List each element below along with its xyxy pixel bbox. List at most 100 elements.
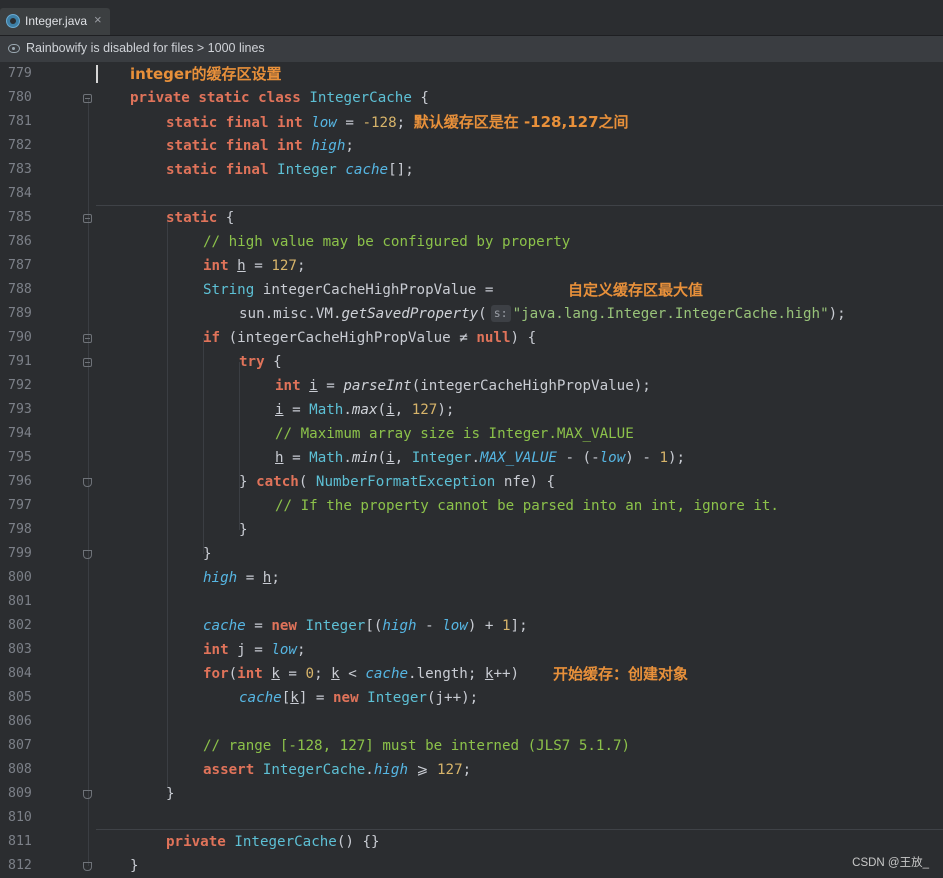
line-number: 780	[8, 90, 32, 105]
code-text: static final int high;	[166, 138, 354, 154]
code-line: 800 high = h;	[0, 566, 943, 590]
line-number: 812	[8, 858, 32, 873]
line-number: 809	[8, 786, 32, 801]
code-editor[interactable]: 779 integer的缓存区设置 780 private static cla…	[0, 62, 943, 878]
line-number: 785	[8, 210, 32, 225]
code-text: }	[203, 546, 212, 562]
line-number: 786	[8, 234, 32, 249]
java-class-icon	[6, 14, 20, 28]
line-number: 801	[8, 594, 32, 609]
line-number: 805	[8, 690, 32, 705]
code-line: 782 static final int high;	[0, 134, 943, 158]
code-text: if (integerCacheHighPropValue ≠ null) {	[203, 330, 537, 346]
code-text: } catch( NumberFormatException nfe) {	[239, 474, 556, 490]
code-line: 781 static final int low = -128; 默认缓存区是在…	[0, 110, 943, 134]
editor-tab-bar: Integer.java ×	[0, 0, 943, 36]
line-number: 799	[8, 546, 32, 561]
code-comment: // high value may be configured by prope…	[203, 234, 571, 250]
code-line: 812 }	[0, 854, 943, 878]
code-text: static final Integer cache[];	[166, 162, 414, 178]
code-text: int i = parseInt(integerCacheHighPropVal…	[275, 378, 651, 394]
code-line: 805 cache[k] = new Integer(j++);	[0, 686, 943, 710]
code-line: 797 // If the property cannot be parsed …	[0, 494, 943, 518]
fold-end-icon[interactable]	[83, 862, 92, 871]
code-line: 790 if (integerCacheHighPropValue ≠ null…	[0, 326, 943, 350]
code-text: h = Math.min(i, Integer.MAX_VALUE - (-lo…	[275, 450, 686, 466]
notification-banner: Rainbowify is disabled for files > 1000 …	[0, 36, 943, 63]
line-number: 788	[8, 282, 32, 297]
code-line: 779 integer的缓存区设置	[0, 62, 943, 86]
tab-integer-java[interactable]: Integer.java ×	[0, 8, 110, 35]
line-number: 787	[8, 258, 32, 273]
code-text: assert IntegerCache.high ⩾ 127;	[203, 762, 472, 778]
code-line: 809 }	[0, 782, 943, 806]
code-text: static {	[166, 210, 235, 226]
line-number: 800	[8, 570, 32, 585]
annotation-custom-max: 自定义缓存区最大值	[568, 281, 704, 299]
code-line: 791 try {	[0, 350, 943, 374]
fold-end-icon[interactable]	[83, 478, 92, 487]
code-text: }	[130, 858, 139, 874]
code-line: 784	[0, 182, 943, 206]
annotation-start-cache: 开始缓存：创建对象	[553, 665, 689, 683]
code-line: 787 int h = 127;	[0, 254, 943, 278]
code-line: 799 }	[0, 542, 943, 566]
code-text: }	[166, 786, 175, 802]
watermark: CSDN @王放_	[852, 857, 929, 869]
line-number: 789	[8, 306, 32, 321]
line-number: 806	[8, 714, 32, 729]
parameter-hint: s:	[490, 305, 511, 322]
text-caret	[96, 65, 98, 83]
line-number: 779	[8, 66, 32, 81]
code-line: 806	[0, 710, 943, 734]
fold-toggle-icon[interactable]	[83, 358, 92, 367]
code-comment: // range [-128, 127] must be interned (J…	[203, 738, 631, 754]
code-text: private static class IntegerCache {	[130, 90, 429, 106]
code-comment: // If the property cannot be parsed into…	[275, 498, 779, 514]
code-line: 785 static {	[0, 206, 943, 230]
code-line: 792 int i = parseInt(integerCacheHighPro…	[0, 374, 943, 398]
line-number: 793	[8, 402, 32, 417]
code-line: 798 }	[0, 518, 943, 542]
line-number: 791	[8, 354, 32, 369]
code-line: 803 int j = low;	[0, 638, 943, 662]
code-line: 807 // range [-128, 127] must be interne…	[0, 734, 943, 758]
line-number: 808	[8, 762, 32, 777]
line-number: 782	[8, 138, 32, 153]
code-text: private IntegerCache() {}	[166, 834, 380, 850]
code-comment: // Maximum array size is Integer.MAX_VAL…	[275, 426, 634, 442]
fold-toggle-icon[interactable]	[83, 334, 92, 343]
code-text: try {	[239, 354, 282, 370]
close-icon[interactable]: ×	[94, 12, 102, 27]
line-number: 811	[8, 834, 32, 849]
banner-text: Rainbowify is disabled for files > 1000 …	[26, 41, 265, 55]
fold-end-icon[interactable]	[83, 790, 92, 799]
code-text: static final int low = -128; 默认缓存区是在 -12…	[166, 113, 629, 131]
code-text: int h = 127;	[203, 258, 306, 274]
code-line: 808 assert IntegerCache.high ⩾ 127;	[0, 758, 943, 782]
line-number: 807	[8, 738, 32, 753]
code-line: 793 i = Math.max(i, 127);	[0, 398, 943, 422]
line-number: 797	[8, 498, 32, 513]
line-number: 794	[8, 426, 32, 441]
line-number: 781	[8, 114, 32, 129]
annotation-cache-setting: integer的缓存区设置	[130, 65, 282, 83]
code-line: 783 static final Integer cache[];	[0, 158, 943, 182]
code-line: 801	[0, 590, 943, 614]
fold-end-icon[interactable]	[83, 550, 92, 559]
line-number: 795	[8, 450, 32, 465]
line-number: 790	[8, 330, 32, 345]
fold-toggle-icon[interactable]	[83, 214, 92, 223]
code-line: 794 // Maximum array size is Integer.MAX…	[0, 422, 943, 446]
code-line: 786 // high value may be configured by p…	[0, 230, 943, 254]
code-line: 811 private IntegerCache() {}	[0, 830, 943, 854]
code-line: 802 cache = new Integer[(high - low) + 1…	[0, 614, 943, 638]
fold-toggle-icon[interactable]	[83, 94, 92, 103]
line-number: 803	[8, 642, 32, 657]
line-number: 798	[8, 522, 32, 537]
code-line: 788 String integerCacheHighPropValue = 自…	[0, 278, 943, 302]
annotation-default-range: 默认缓存区是在 -128,127之间	[413, 113, 629, 131]
code-text: cache[k] = new Integer(j++);	[239, 690, 479, 706]
line-number: 802	[8, 618, 32, 633]
code-text: high = h;	[203, 570, 280, 586]
